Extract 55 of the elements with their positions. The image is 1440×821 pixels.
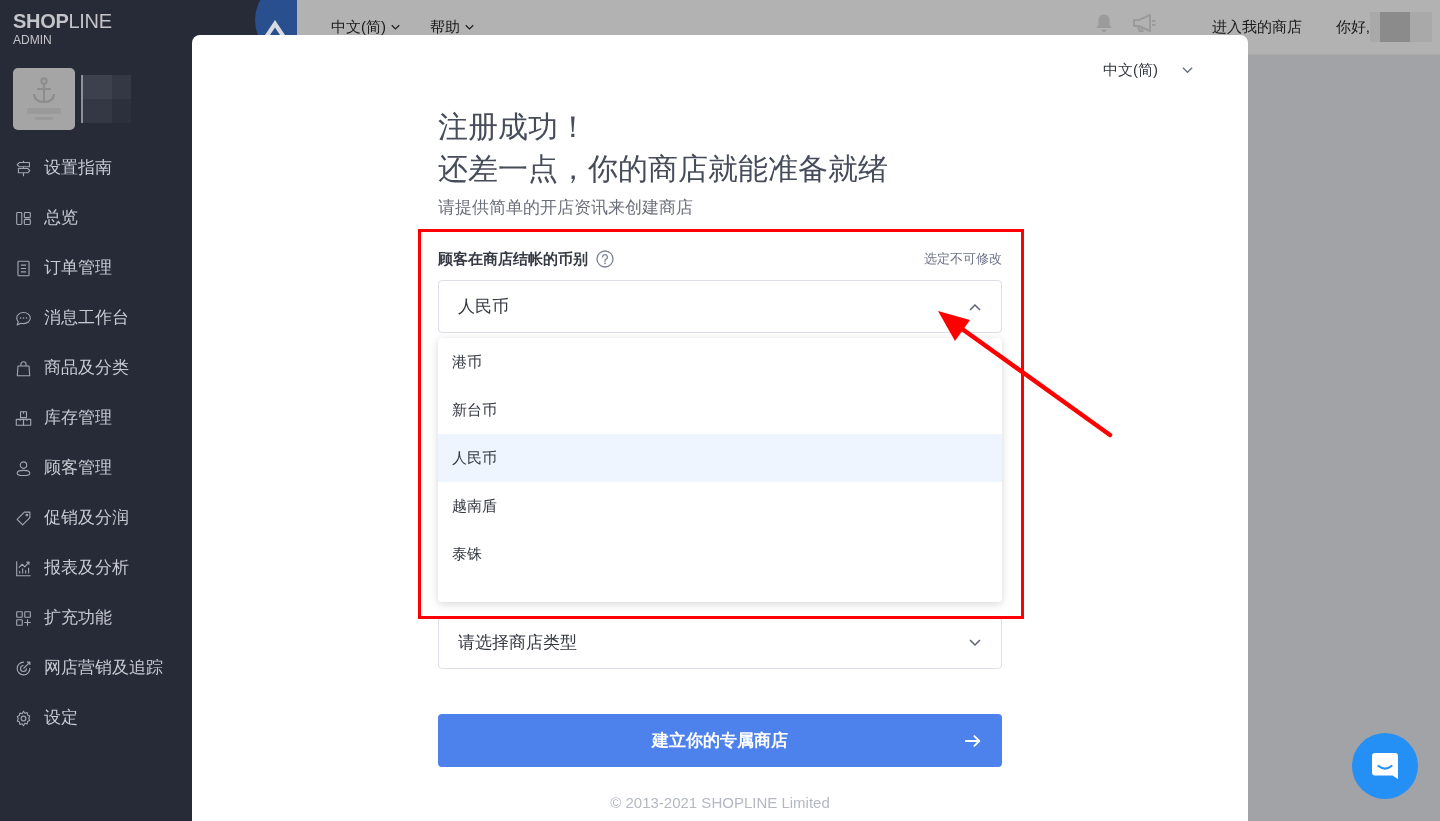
bar-chart-icon [15,559,32,577]
dashboard-icon [15,209,32,227]
field-label: 顾客在商店结帐的币别 [438,249,588,269]
language-menu[interactable]: 中文(简) [331,19,400,35]
copyright-text: © 2013-2021 SHOPLINE Limited [609,793,831,813]
chat-bubble-icon [1370,751,1400,781]
store-link[interactable]: 进入我的商店 [1211,19,1302,35]
store-type-select[interactable]: 请选择商店类型 [438,617,1002,669]
dropdown-option[interactable]: 越南盾 [438,482,1002,530]
bag-icon [15,359,32,377]
sidebar-item[interactable]: 设定 [0,693,185,743]
dropdown-option[interactable]: 新台币 [438,386,1002,434]
help-menu[interactable]: 帮助 [430,19,474,35]
sidebar-item[interactable]: 总览 [0,193,185,243]
tag-icon [15,509,32,527]
help-icon[interactable] [596,250,614,268]
field-note: 选定不可修改 [924,250,1002,268]
currency-select[interactable]: 人民币 [438,280,1002,333]
brand-subtitle: ADMIN [13,33,52,47]
sidebar-item[interactable]: 库存管理 [0,393,185,443]
sidebar-item[interactable]: 促销及分润 [0,493,185,543]
document-icon [15,259,32,277]
language-select[interactable]: 中文(简) [1103,60,1193,80]
signpost-icon [15,159,32,177]
sidebar-item[interactable]: 订单管理 [0,243,185,293]
sidebar-item[interactable]: 扩充功能 [0,593,185,643]
dropdown-option[interactable]: 港币 [438,338,1002,386]
dropdown-option[interactable]: 泰铢 [438,530,1002,578]
sidebar-item[interactable]: 网店营销及追踪 [0,643,185,693]
sidebar-item[interactable]: 顾客管理 [0,443,185,493]
pixelated-block [81,75,131,123]
brand-logo: SHOPLINE [13,11,112,31]
boxes-icon [15,409,32,427]
subtitle-text: 请提供简单的开店资讯来创建商店 [438,197,694,219]
pixelated-block [1370,12,1432,42]
title-line: 还差一点，你的商店就能准备就绪 [438,151,889,187]
grid-plus-icon [15,609,32,627]
chevron-down-icon [391,22,400,32]
chat-icon [15,309,32,327]
title-line: 注册成功！ [438,109,589,145]
sidebar-item[interactable]: 商品及分类 [0,343,185,393]
submit-button[interactable]: 建立你的专属商店 [438,714,1002,767]
sidebar-item[interactable]: 设置指南 [0,143,185,193]
dropdown-option[interactable]: 人民币 [438,434,1002,482]
settings-icon [15,709,32,727]
chevron-down-icon [969,637,981,649]
person-icon [15,459,32,477]
sidebar-item[interactable]: 消息工作台 [0,293,185,343]
logo-placeholder [13,68,75,130]
greeting-text: 你好, [1335,19,1370,35]
logo-icon[interactable] [253,0,297,35]
sidebar-item[interactable]: 报表及分析 [0,543,185,593]
chevron-down-icon [465,22,474,32]
chevron-down-icon [1182,64,1193,76]
target-icon [15,659,32,677]
